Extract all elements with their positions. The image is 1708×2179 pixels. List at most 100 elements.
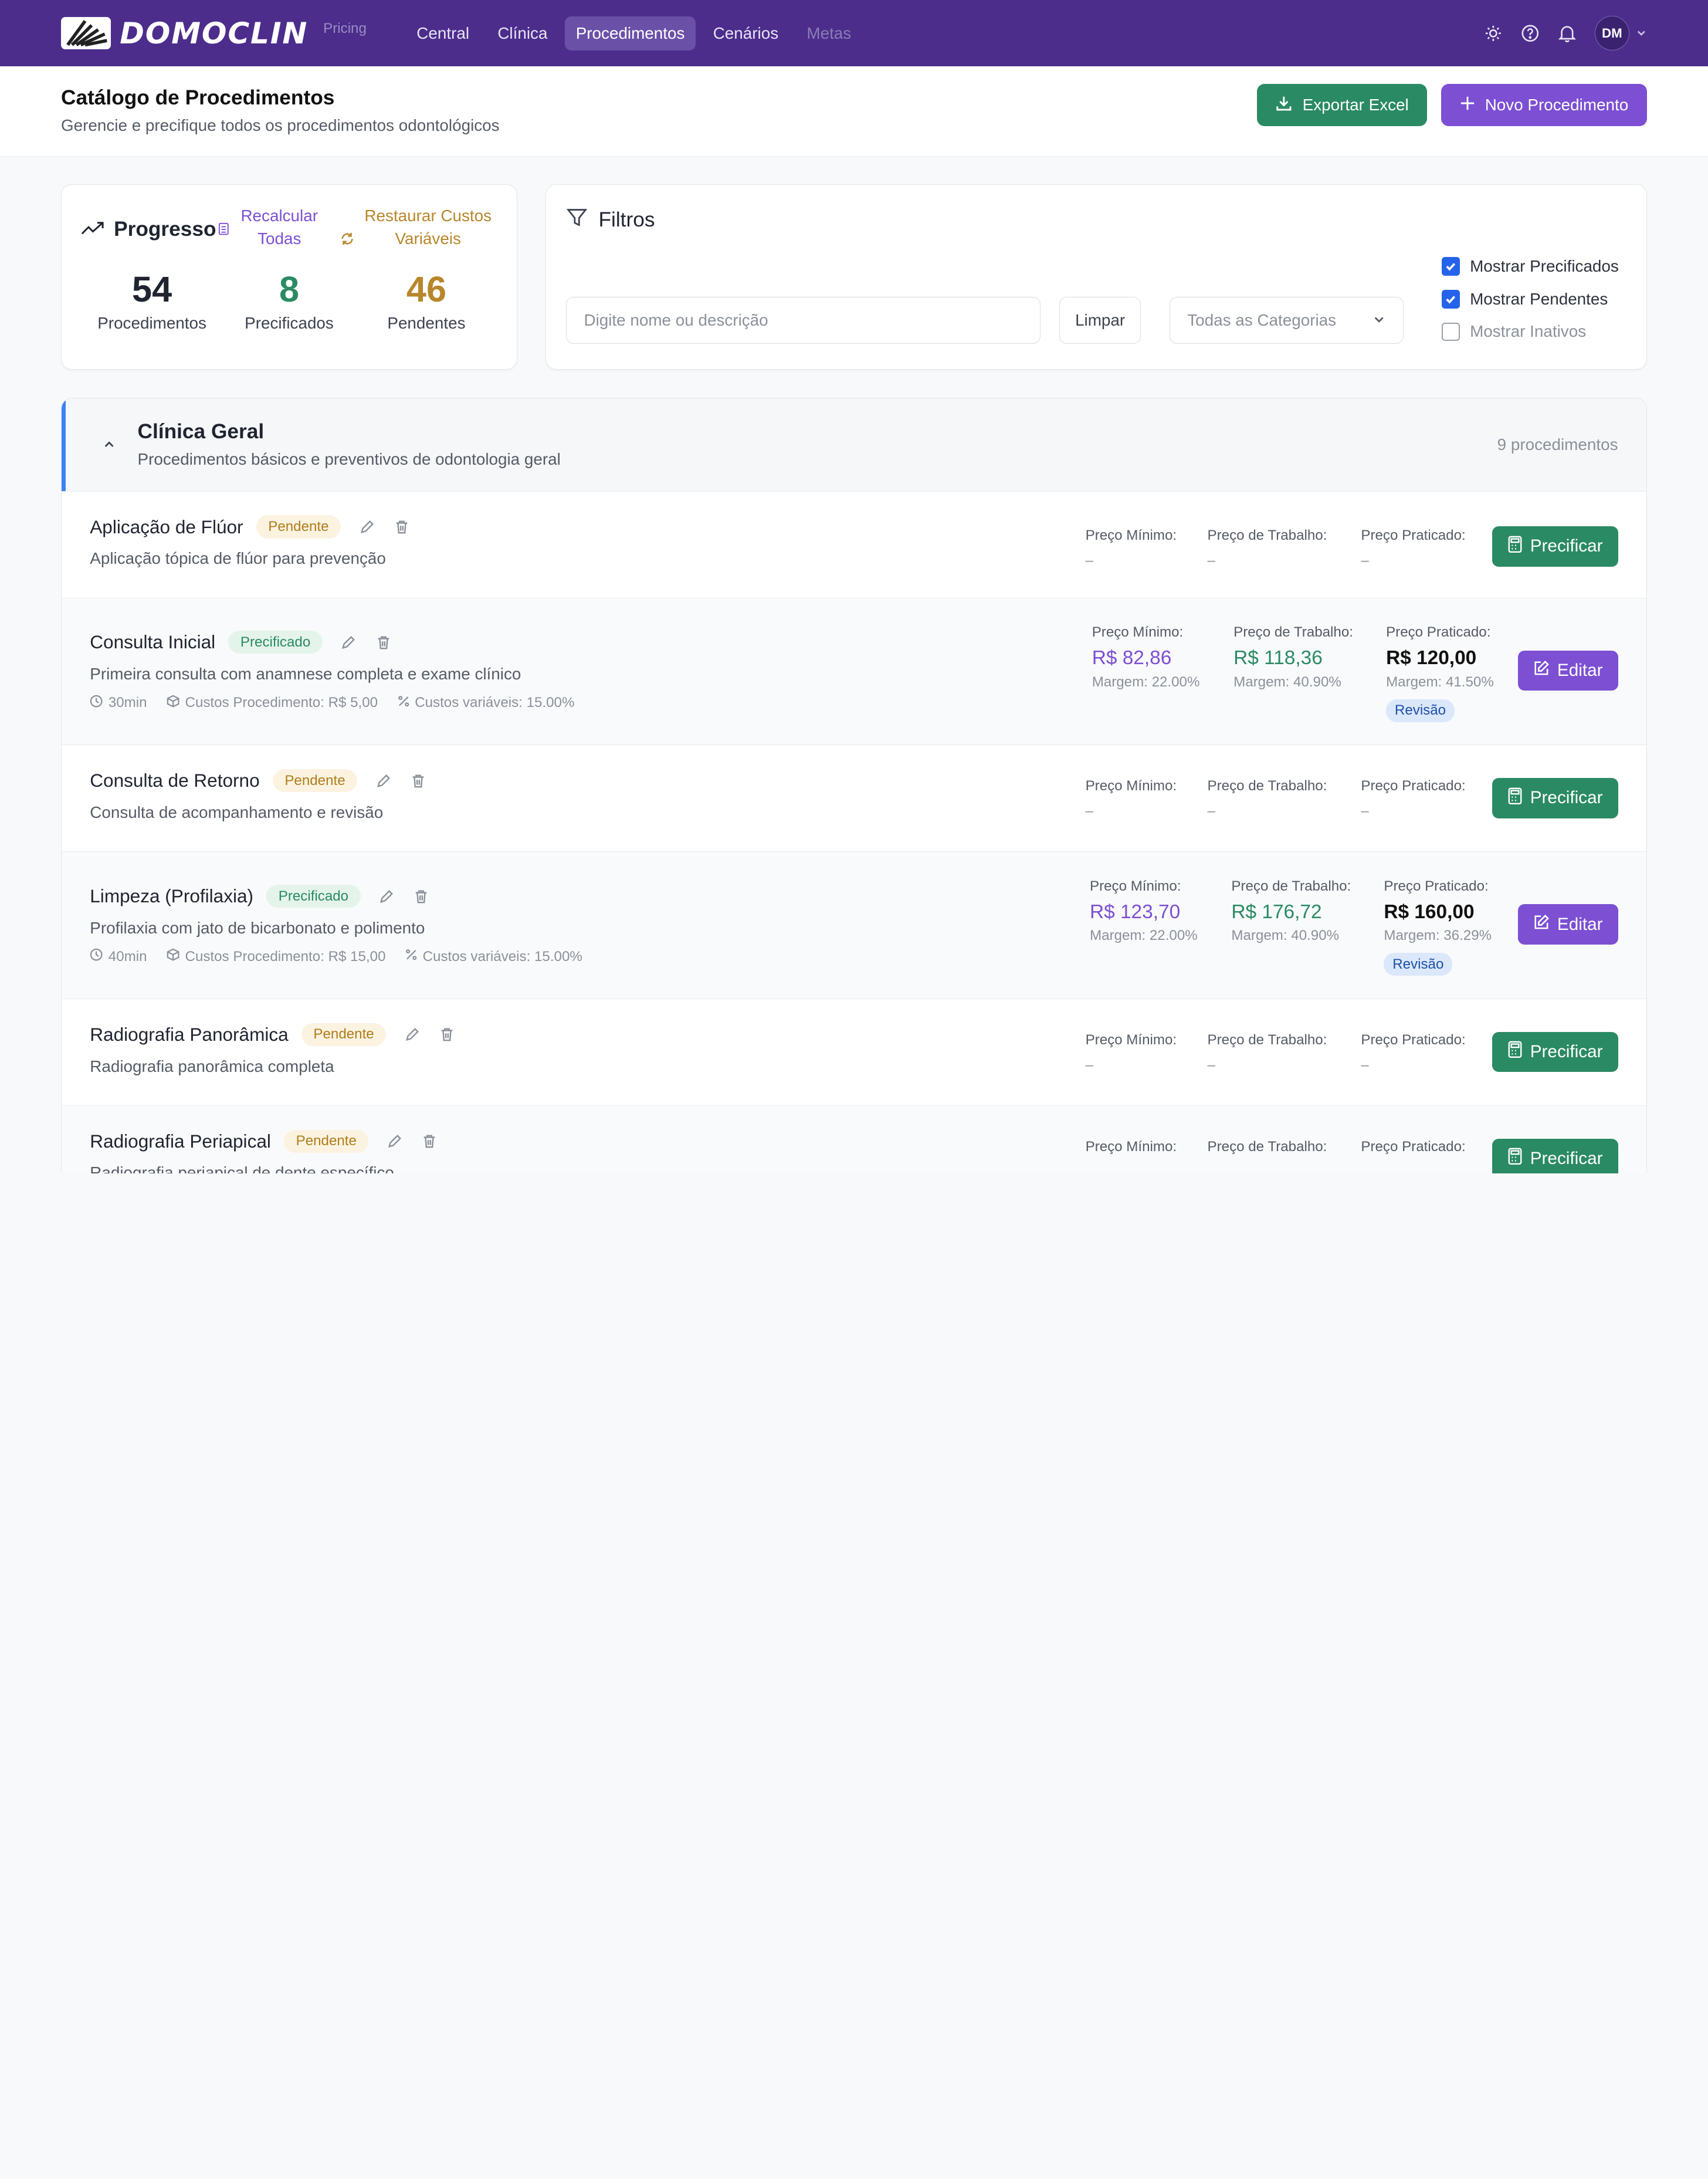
- trash-icon[interactable]: [421, 1133, 438, 1151]
- percent-icon: [405, 949, 417, 965]
- nav-central[interactable]: Central: [406, 16, 480, 50]
- pencil-icon[interactable]: [404, 1026, 421, 1044]
- logo-mark-icon: [60, 16, 111, 50]
- price-min-label: Preço Mínimo:: [1089, 878, 1181, 894]
- price-min-margin: Margem: 22.00%: [1092, 674, 1200, 690]
- price-practiced-margin: Margem: 36.29%: [1384, 928, 1492, 944]
- duration-value: 40min: [108, 948, 147, 965]
- pencil-icon[interactable]: [358, 518, 376, 536]
- status-badge: Precificado: [228, 631, 323, 654]
- price-button-label: Precificar: [1530, 1042, 1603, 1062]
- recalculate-all-link[interactable]: Recalcular Todas: [233, 204, 325, 250]
- export-excel-button[interactable]: Exportar Excel: [1256, 83, 1428, 127]
- pencil-icon[interactable]: [375, 772, 392, 790]
- price-practiced-col: Preço Praticado:: [1361, 1139, 1465, 1155]
- chevron-down-icon: [1372, 311, 1385, 330]
- filter-checkboxes: Mostrar Precificados Mostrar Pendentes M…: [1441, 256, 1619, 341]
- brand-sub: Pricing: [323, 20, 367, 36]
- price-work-value: –: [1207, 552, 1215, 569]
- category-select[interactable]: Todas as Categorias: [1169, 297, 1404, 344]
- pencil-icon[interactable]: [378, 888, 395, 905]
- chevron-up-icon[interactable]: [103, 435, 116, 455]
- main-nav: Central Clínica Procedimentos Cenários M…: [406, 16, 862, 50]
- status-badge: Pendente: [301, 1023, 387, 1046]
- price-practiced-value: –: [1361, 552, 1369, 569]
- procedure-cost: Custos Procedimento: R$ 5,00: [167, 695, 378, 712]
- checkbox-show-priced[interactable]: Mostrar Precificados: [1441, 256, 1619, 276]
- nav-cenarios[interactable]: Cenários: [702, 16, 789, 50]
- trash-icon[interactable]: [413, 888, 431, 905]
- trash-icon[interactable]: [438, 1026, 456, 1044]
- trending-up-icon: [81, 218, 105, 241]
- checkbox-unchecked-icon: [1441, 322, 1460, 341]
- checkbox-show-inactive-label: Mostrar Inativos: [1470, 322, 1587, 341]
- bell-icon[interactable]: [1558, 23, 1577, 43]
- price-button[interactable]: Precificar: [1492, 526, 1618, 567]
- filters-title: Filtros: [566, 207, 1627, 234]
- duration: 30min: [90, 695, 147, 712]
- price-work-col: Preço de Trabalho:: [1208, 1139, 1361, 1155]
- price-button[interactable]: Precificar: [1492, 1031, 1618, 1072]
- trash-icon[interactable]: [393, 518, 411, 536]
- edit-button[interactable]: Editar: [1518, 650, 1618, 691]
- edit-icon: [1533, 660, 1550, 681]
- help-icon[interactable]: [1520, 23, 1540, 43]
- pencil-icon[interactable]: [340, 634, 357, 651]
- price-button[interactable]: Precificar: [1492, 1138, 1618, 1173]
- prices: Preço Mínimo: – Preço de Trabalho: – Pre…: [1086, 527, 1466, 569]
- prices: Preço Mínimo: – Preço de Trabalho: – Pre…: [1086, 778, 1466, 820]
- price-min-label: Preço Mínimo:: [1085, 1031, 1177, 1048]
- clear-filters-button[interactable]: Limpar: [1059, 297, 1141, 344]
- nav-clinica[interactable]: Clínica: [487, 16, 558, 50]
- nav-metas[interactable]: Metas: [796, 16, 862, 50]
- price-practiced-label: Preço Praticado:: [1386, 624, 1491, 641]
- variable-cost: Custos variáveis: 15.00%: [398, 695, 574, 712]
- procedure-row: Consulta Inicial Precificado Primeira co…: [61, 597, 1646, 745]
- nav-procedimentos[interactable]: Procedimentos: [565, 16, 696, 50]
- progress-card: Progresso Recalcular Todas Restaurar Cus…: [60, 184, 518, 370]
- calculator-icon: [1507, 1041, 1523, 1063]
- checkbox-checked-icon: [1441, 257, 1460, 276]
- price-button-label: Precificar: [1530, 1149, 1603, 1168]
- price-min-col: Preço Mínimo: –: [1086, 778, 1208, 820]
- brand-logo[interactable]: DOMOCLIN Pricing: [60, 16, 367, 50]
- trash-icon[interactable]: [409, 772, 427, 790]
- price-practiced-label: Preço Praticado:: [1361, 527, 1466, 543]
- user-menu[interactable]: DM: [1594, 15, 1647, 51]
- price-min-value: –: [1085, 803, 1093, 819]
- filter-icon: [566, 207, 588, 234]
- price-work-label: Preço de Trabalho:: [1231, 878, 1351, 894]
- stat-pending-label: Pendentes: [387, 313, 466, 332]
- calculator-icon: [1507, 787, 1523, 810]
- checkbox-show-inactive[interactable]: Mostrar Inativos: [1441, 322, 1619, 341]
- checkbox-checked-icon: [1441, 289, 1460, 309]
- price-work-value: R$ 176,72: [1231, 901, 1322, 923]
- pencil-icon[interactable]: [386, 1133, 404, 1151]
- status-badge: Pendente: [256, 515, 341, 539]
- search-input[interactable]: [565, 297, 1041, 344]
- price-work-col: Preço de Trabalho: R$ 176,72 Margem: 40.…: [1231, 878, 1384, 976]
- checkbox-show-pending[interactable]: Mostrar Pendentes: [1441, 289, 1619, 309]
- category-header[interactable]: Clínica Geral Procedimentos básicos e pr…: [61, 398, 1646, 491]
- new-procedure-button[interactable]: Novo Procedimento: [1441, 83, 1647, 127]
- procedure-name: Radiografia Panorâmica: [90, 1023, 289, 1045]
- chevron-down-icon: [1636, 23, 1647, 43]
- edit-button[interactable]: Editar: [1518, 904, 1618, 945]
- price-practiced-value: R$ 160,00: [1384, 901, 1475, 923]
- restore-variable-costs-link[interactable]: Restaurar Custos Variáveis: [359, 204, 497, 250]
- trash-icon[interactable]: [375, 634, 392, 651]
- stat-priced-label: Precificados: [245, 313, 334, 332]
- new-procedure-label: Novo Procedimento: [1485, 96, 1629, 114]
- price-button[interactable]: Precificar: [1492, 778, 1618, 818]
- price-work-label: Preço de Trabalho:: [1207, 1138, 1327, 1155]
- download-icon: [1275, 94, 1293, 116]
- clock-icon: [90, 695, 103, 712]
- sun-icon[interactable]: [1483, 23, 1503, 43]
- stat-pending: 46 Pendentes: [358, 270, 495, 332]
- procedure-name: Radiografia Periapical: [90, 1130, 271, 1152]
- procedure-description: Radiografia periapical de dente específi…: [90, 1163, 394, 1173]
- procedure-row: Radiografia Panorâmica Pendente Radiogra…: [61, 998, 1646, 1105]
- edit-button-label: Editar: [1557, 661, 1603, 681]
- price-work-label: Preço de Trabalho:: [1207, 527, 1327, 543]
- clock-icon: [90, 948, 103, 965]
